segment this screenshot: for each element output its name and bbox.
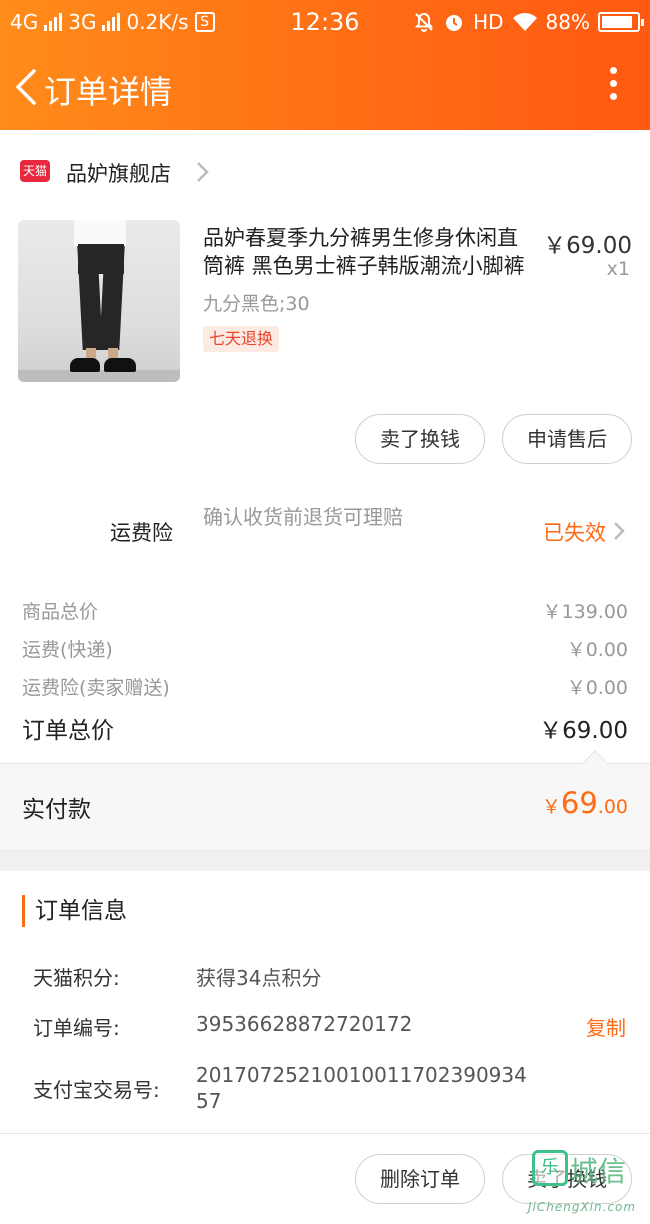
insurance-fee-row: 运费险(卖家赠送) ￥0.00 (22, 673, 628, 703)
status-right: HD 88% (413, 10, 644, 34)
shipping-fee-row: 运费(快递) ￥0.00 (22, 635, 628, 665)
bottom-divider (0, 1133, 650, 1134)
order-total-value: ￥69.00 (539, 718, 628, 744)
battery-icon (598, 12, 644, 32)
delete-order-button[interactable]: 删除订单 (355, 1154, 485, 1204)
battery-percent: 88% (545, 10, 590, 34)
order-info-title: 订单信息 (22, 895, 127, 927)
product-quantity: x1 (606, 258, 630, 280)
hd-label: HD (473, 10, 504, 34)
request-aftersale-button[interactable]: 申请售后 (502, 414, 632, 464)
paid-currency: ￥ (541, 796, 561, 818)
order-number-value: 39536628872720172 (196, 1012, 413, 1036)
watermark-text: 城信 (570, 1155, 627, 1188)
alarm-icon (446, 15, 463, 31)
points-value: 获得34点积分 (196, 966, 322, 990)
paid-integer: 69 (560, 786, 598, 820)
trade-number-value: 20170725210010011702390934 57 (196, 1063, 527, 1113)
goods-total-label: 商品总价 (22, 601, 99, 623)
paid-amount: ￥69.00 (542, 786, 628, 820)
insurance-fee-label: 运费险(卖家赠送) (22, 677, 170, 699)
chevron-right-icon (197, 162, 209, 182)
order-total-row: 订单总价 ￥69.00 (22, 711, 628, 745)
return-policy-badge: 七天退换 (203, 326, 280, 352)
header-bar: 4G 3G 0.2K/s S 12:36 HD 88% 订单详情 (0, 0, 650, 130)
order-number-label: 订单编号: (33, 1016, 120, 1040)
insurance-fee-value: ￥0.00 (566, 677, 628, 699)
page-title: 订单详情 (44, 73, 173, 111)
tmall-logo: 天猫 (20, 160, 50, 182)
insurance-status[interactable]: 已失效 (543, 517, 606, 547)
shipping-fee-value: ￥0.00 (566, 639, 628, 661)
mute-bell-icon (415, 12, 434, 32)
chevron-right-icon[interactable] (612, 520, 626, 542)
product-image[interactable] (18, 220, 180, 382)
product-price: ￥69.00 (543, 233, 632, 259)
goods-total-value: ￥139.00 (542, 601, 628, 623)
order-total-label: 订单总价 (22, 718, 114, 744)
shop-row[interactable]: 天猫 品妒旗舰店 (0, 150, 650, 194)
status-bar: 4G 3G 0.2K/s S 12:36 HD 88% (0, 0, 650, 44)
points-label: 天猫积分: (33, 966, 120, 990)
copy-order-number-button[interactable]: 复制 (586, 1012, 626, 1041)
shop-name[interactable]: 品妒旗舰店 (66, 158, 171, 188)
trade-number-label: 支付宝交易号: (33, 1078, 160, 1102)
more-options-icon[interactable] (606, 67, 620, 107)
nav-bar: 订单详情 (0, 55, 650, 121)
goods-total-row: 商品总价 ￥139.00 (22, 597, 628, 627)
paid-section: 实付款 ￥69.00 (0, 750, 650, 849)
insurance-description: 确认收货前退货可理赔 (203, 505, 403, 529)
product-sku: 九分黑色;30 (203, 293, 310, 315)
paid-label: 实付款 (22, 797, 91, 823)
watermark-url: JiChengXin.com (528, 1200, 637, 1214)
sell-for-cash-button[interactable]: 卖了换钱 (355, 414, 485, 464)
section-divider (0, 849, 650, 871)
shipping-fee-label: 运费(快递) (22, 639, 113, 661)
insurance-label: 运费险 (110, 521, 173, 545)
watermark: 乐 城信 JiChengXin.com (524, 1148, 646, 1220)
product-title[interactable]: 品妒春夏季九分裤男生修身休闲直筒裤 黑色男士裤子韩版潮流小脚裤 (203, 224, 533, 280)
paid-decimal: .00 (597, 796, 628, 818)
wifi-icon (512, 13, 537, 31)
watermark-logo-icon: 乐 (532, 1150, 568, 1186)
back-arrow-icon[interactable] (12, 65, 42, 109)
